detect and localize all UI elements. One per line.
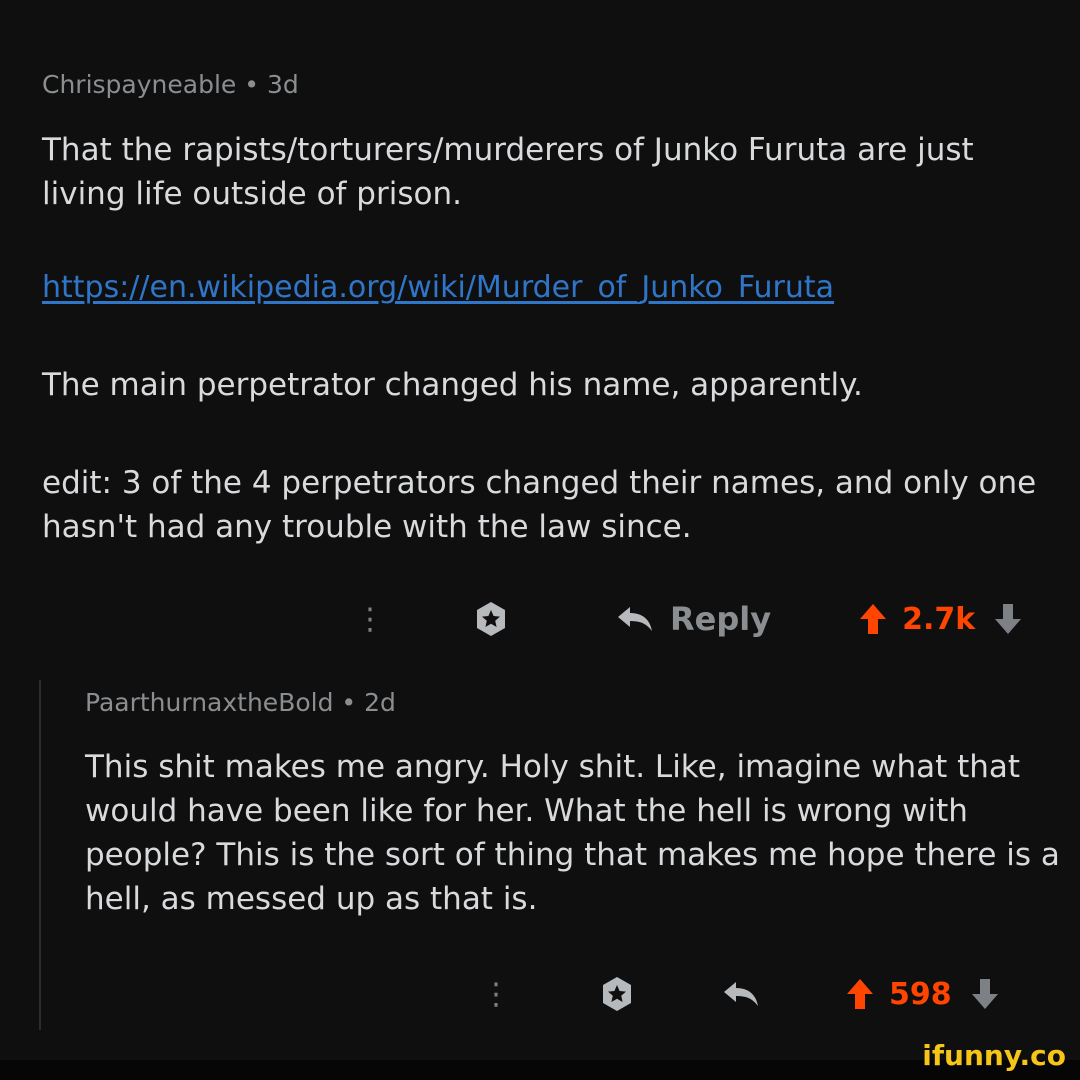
comment-1-body-paragraph-2: The main perpetrator changed his name, a…	[42, 363, 1042, 407]
award-icon[interactable]	[597, 974, 637, 1014]
comment-1-text-1: That the rapists/torturers/murderers of …	[42, 132, 974, 212]
comment-1-age: 3d	[266, 70, 299, 99]
upvote-arrow-icon[interactable]	[845, 977, 875, 1011]
comment-1-action-bar: ⋮ Reply 2.7k	[355, 591, 1045, 647]
reply-icon[interactable]	[722, 979, 760, 1009]
comment-2-author[interactable]: PaarthurnaxtheBold	[85, 688, 333, 717]
meta-separator: •	[244, 70, 259, 99]
thread-line[interactable]	[39, 680, 41, 1030]
award-icon[interactable]	[471, 599, 511, 639]
comment-1-text-3: edit: 3 of the 4 perpetrators changed th…	[42, 465, 1037, 545]
comment-2-age: 2d	[364, 688, 396, 717]
meta-separator: •	[341, 688, 357, 717]
downvote-arrow-icon[interactable]	[993, 602, 1023, 636]
comment-2-meta: PaarthurnaxtheBold • 2d	[85, 688, 396, 717]
bottom-strip	[0, 1060, 1080, 1080]
comment-2-action-bar: ⋮ 598	[481, 966, 1051, 1022]
comment-1-meta: Chrispayneable • 3d	[42, 70, 299, 99]
comment-1-text-2: The main perpetrator changed his name, a…	[42, 367, 863, 403]
wikipedia-link[interactable]: https://en.wikipedia.org/wiki/Murder_of_…	[42, 270, 834, 305]
comment-1-score: 2.7k	[902, 601, 976, 637]
reply-button[interactable]: Reply	[616, 600, 771, 638]
comment-1-body-paragraph-3: edit: 3 of the 4 perpetrators changed th…	[42, 461, 1042, 549]
comment-1-body-paragraph-1: That the rapists/torturers/murderers of …	[42, 128, 1042, 216]
comment-2-text-1: This shit makes me angry. Holy shit. Lik…	[85, 749, 1060, 917]
comment-1-author[interactable]: Chrispayneable	[42, 70, 236, 99]
reply-icon	[616, 604, 654, 634]
comment-2-body: This shit makes me angry. Holy shit. Lik…	[85, 745, 1060, 921]
comment-2-score: 598	[889, 976, 952, 1012]
downvote-arrow-icon[interactable]	[970, 977, 1000, 1011]
more-options-icon[interactable]: ⋮	[355, 602, 385, 637]
more-options-icon[interactable]: ⋮	[481, 977, 511, 1012]
reply-label: Reply	[670, 600, 772, 638]
ifunny-watermark: ifunny.co	[922, 1039, 1066, 1072]
upvote-arrow-icon[interactable]	[858, 602, 888, 636]
